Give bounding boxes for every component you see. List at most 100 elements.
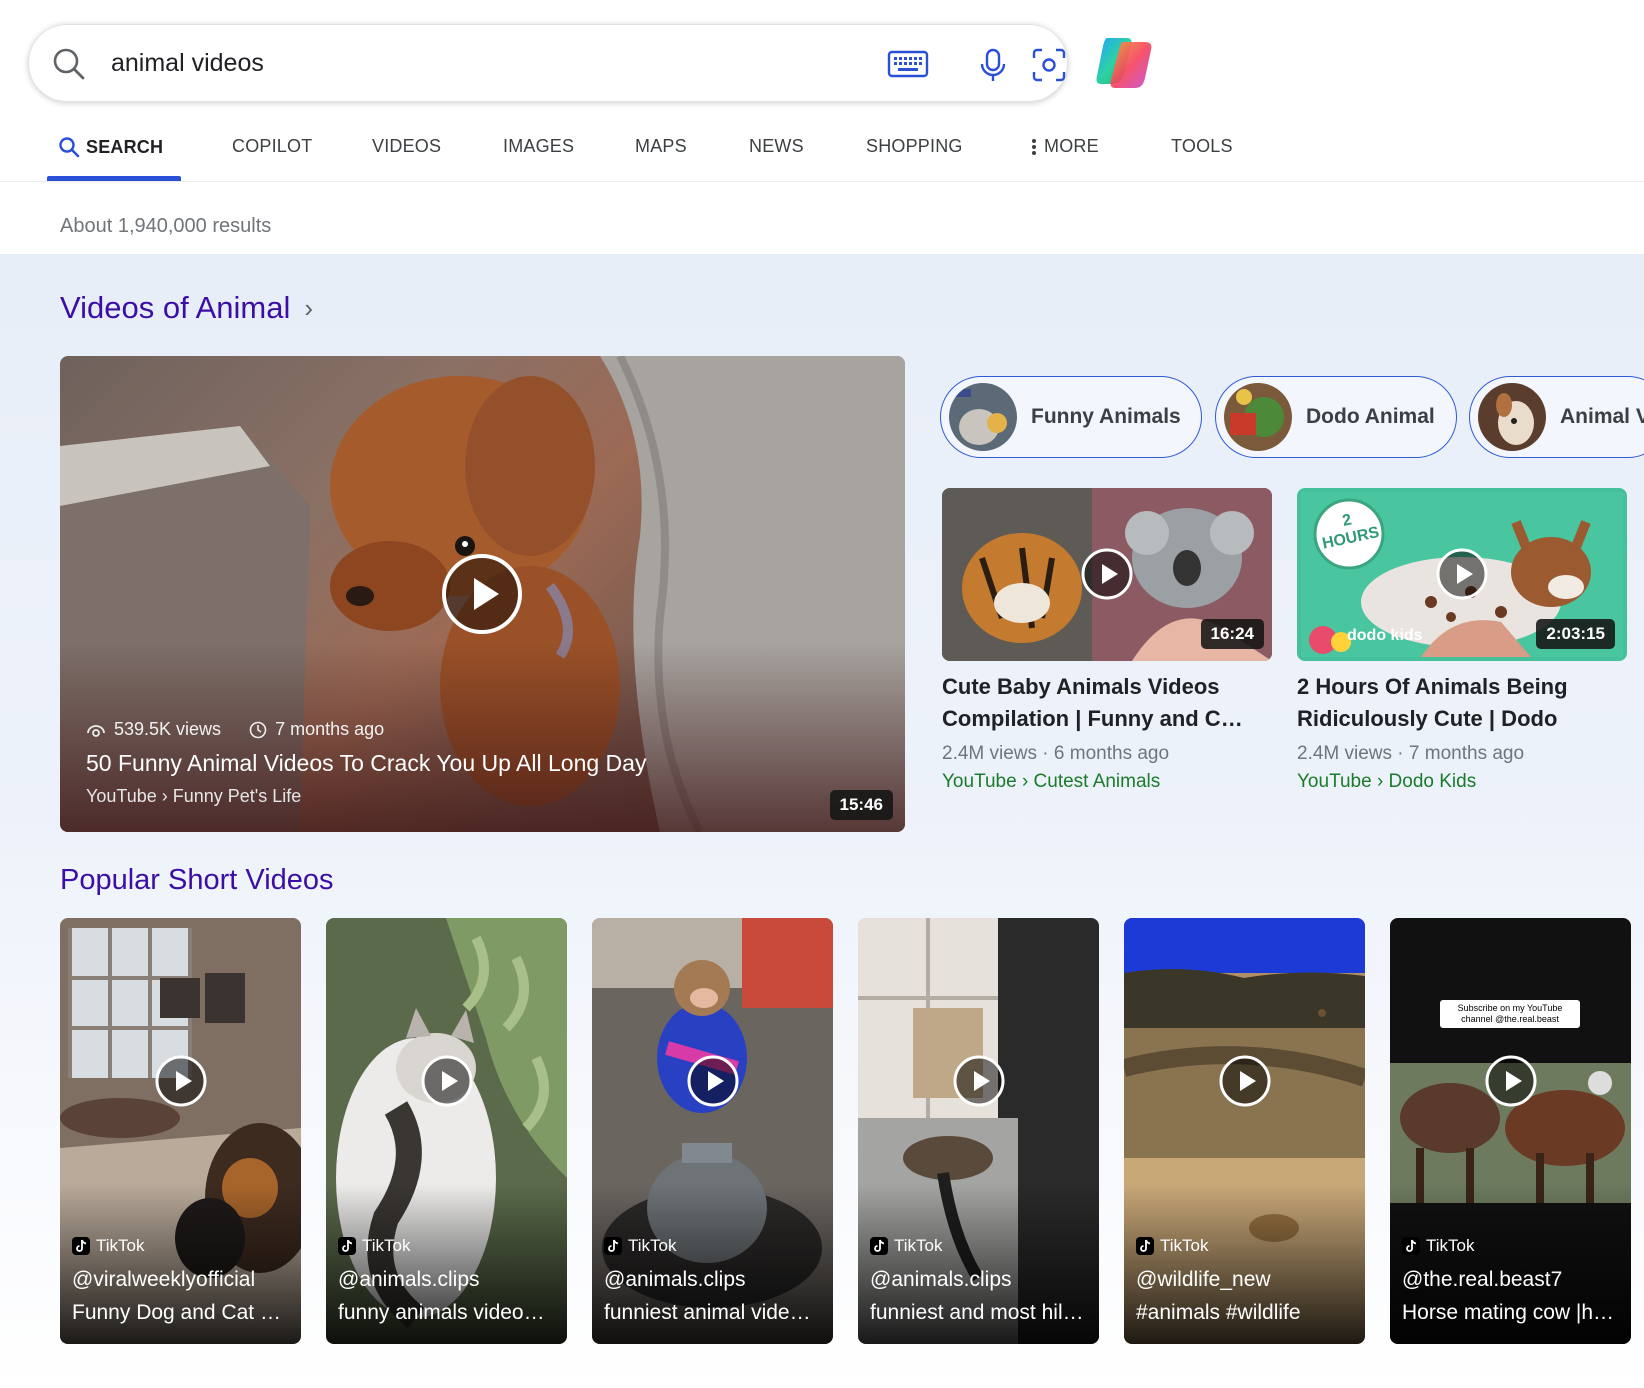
- play-icon[interactable]: [1436, 548, 1488, 600]
- tiktok-icon: [1136, 1237, 1154, 1255]
- tab-label: TOOLS: [1171, 136, 1233, 156]
- tab-label: VIDEOS: [372, 136, 442, 156]
- chip-animal-videos[interactable]: Animal V: [1469, 376, 1644, 458]
- short-author: @viralweeklyofficial: [72, 1268, 256, 1291]
- play-icon[interactable]: [441, 553, 523, 635]
- play-icon[interactable]: [953, 1055, 1005, 1107]
- video-thumbnail: 2 HOURS dodo kids 2:03:15: [1297, 488, 1627, 661]
- microphone-icon[interactable]: [973, 45, 1013, 85]
- section-title-text: Popular Short Videos: [60, 864, 334, 896]
- short-title: Horse mating cow |h…: [1402, 1301, 1615, 1324]
- short-video-card[interactable]: TikTok @animals.clips funniest animal vi…: [592, 918, 833, 1344]
- videos-section: Videos of Animal › 539.5K views 7 months…: [0, 254, 1644, 1388]
- overlay-caption: Subscribe on my YouTube channel @the.rea…: [1440, 1000, 1580, 1028]
- tiktok-icon: [870, 1237, 888, 1255]
- chip-label: Funny Animals: [1031, 405, 1181, 428]
- short-author: @animals.clips: [604, 1268, 746, 1291]
- play-icon[interactable]: [687, 1055, 739, 1107]
- video-source: YouTube › Funny Pet's Life: [86, 786, 302, 806]
- videos-section-title[interactable]: Videos of Animal ›: [60, 290, 313, 326]
- play-icon[interactable]: [1485, 1055, 1537, 1107]
- app-name: TikTok: [1160, 1236, 1209, 1255]
- tab-label: COPILOT: [232, 136, 313, 156]
- active-tab-indicator: [47, 176, 181, 181]
- title-line: 2 Hours Of Animals Being: [1297, 674, 1568, 699]
- tab-shopping[interactable]: SHOPPING: [866, 136, 963, 157]
- copilot-logo-icon[interactable]: [1093, 32, 1155, 94]
- tab-label: MORE: [1044, 136, 1099, 156]
- tab-more[interactable]: MORE: [1030, 136, 1099, 157]
- visual-search-icon[interactable]: [1029, 45, 1069, 85]
- short-title: #animals #wildlife: [1136, 1301, 1301, 1324]
- short-author: @animals.clips: [338, 1268, 480, 1291]
- tab-tools[interactable]: TOOLS: [1171, 136, 1233, 157]
- app-name: TikTok: [894, 1236, 943, 1255]
- app-name: TikTok: [362, 1236, 411, 1255]
- video-meta: 2.4M views · 7 months ago: [1297, 743, 1525, 764]
- short-video-card[interactable]: TikTok @animals.clips funny animals vide…: [326, 918, 567, 1344]
- tiktok-icon: [1402, 1237, 1420, 1255]
- tab-label: MAPS: [635, 136, 687, 156]
- play-icon[interactable]: [155, 1055, 207, 1107]
- play-icon[interactable]: [1219, 1055, 1271, 1107]
- video-card[interactable]: 2 HOURS dodo kids 2:03:15 2 Hours Of Ani…: [1297, 488, 1627, 793]
- duration-badge: 15:46: [829, 790, 893, 820]
- play-icon[interactable]: [421, 1055, 473, 1107]
- results-count: About 1,940,000 results: [60, 215, 272, 237]
- video-source[interactable]: YouTube › Cutest Animals: [942, 771, 1272, 793]
- app-name: TikTok: [96, 1236, 145, 1255]
- video-thumbnail: 16:24: [942, 488, 1272, 661]
- tiktok-icon: [604, 1237, 622, 1255]
- app-name: TikTok: [628, 1236, 677, 1255]
- tab-maps[interactable]: MAPS: [635, 136, 687, 157]
- source-app: TikTok: [870, 1236, 943, 1256]
- search-icon: [59, 137, 80, 158]
- chip-thumbnail: [949, 383, 1017, 451]
- search-icon[interactable]: [49, 44, 89, 84]
- chip-funny-animals[interactable]: Funny Animals: [940, 376, 1202, 458]
- source-app: TikTok: [338, 1236, 411, 1256]
- short-title: Funny Dog and Cat …: [72, 1301, 281, 1324]
- short-title: funniest animal vide…: [604, 1301, 811, 1324]
- video-title[interactable]: Cute Baby Animals Videos Compilation | F…: [942, 671, 1272, 735]
- title-line: Compilation | Funny and C…: [942, 706, 1243, 731]
- dodo-kids-logo: dodo kids: [1347, 627, 1423, 644]
- tab-videos[interactable]: VIDEOS: [372, 136, 441, 157]
- chip-label: Dodo Animal: [1306, 405, 1435, 428]
- tab-images[interactable]: IMAGES: [503, 136, 574, 157]
- featured-video[interactable]: 539.5K views 7 months ago 50 Funny Anima…: [60, 356, 905, 832]
- search-input[interactable]: animal videos: [111, 49, 264, 78]
- short-title: funniest and most hil…: [870, 1301, 1084, 1324]
- view-count: 539.5K views: [114, 719, 222, 739]
- video-title[interactable]: 2 Hours Of Animals Being Ridiculously Cu…: [1297, 671, 1627, 735]
- tab-news[interactable]: NEWS: [749, 136, 804, 157]
- title-line: Ridiculously Cute | Dodo: [1297, 706, 1558, 731]
- tab-search[interactable]: SEARCH: [58, 136, 163, 158]
- tab-label: SHOPPING: [866, 136, 963, 156]
- source-app: TikTok: [72, 1236, 145, 1256]
- title-line: Cute Baby Animals Videos: [942, 674, 1220, 699]
- play-icon[interactable]: [1081, 548, 1133, 600]
- tab-label: NEWS: [749, 136, 804, 156]
- tab-copilot[interactable]: COPILOT: [232, 136, 312, 157]
- short-author: @the.real.beast7: [1402, 1268, 1563, 1291]
- search-bar[interactable]: animal videos: [28, 24, 1068, 102]
- chip-thumbnail: [1224, 383, 1292, 451]
- keyboard-icon[interactable]: [887, 47, 929, 81]
- video-card[interactable]: 16:24 Cute Baby Animals Videos Compilati…: [942, 488, 1272, 793]
- chip-dodo-animal[interactable]: Dodo Animal: [1215, 376, 1457, 458]
- video-source[interactable]: YouTube › Dodo Kids: [1297, 771, 1627, 793]
- more-vertical-icon: [1032, 138, 1036, 155]
- short-video-card[interactable]: TikTok @wildlife_new #animals #wildlife: [1124, 918, 1365, 1344]
- video-title[interactable]: 50 Funny Animal Videos To Crack You Up A…: [86, 750, 646, 777]
- tab-label: IMAGES: [503, 136, 575, 156]
- source-app: TikTok: [1402, 1236, 1475, 1256]
- shorts-section-title[interactable]: Popular Short Videos: [60, 864, 334, 897]
- short-video-card[interactable]: TikTok @animals.clips funniest and most …: [858, 918, 1099, 1344]
- clock-icon: [249, 721, 267, 738]
- short-video-card[interactable]: Subscribe on my YouTube channel @the.rea…: [1390, 918, 1631, 1344]
- section-title-text: Videos of Animal: [60, 290, 291, 325]
- search-tabs: SEARCH COPILOT VIDEOS IMAGES MAPS NEWS S…: [0, 118, 1644, 182]
- short-title: funny animals video…: [338, 1301, 545, 1324]
- short-video-card[interactable]: TikTok @viralweeklyofficial Funny Dog an…: [60, 918, 301, 1344]
